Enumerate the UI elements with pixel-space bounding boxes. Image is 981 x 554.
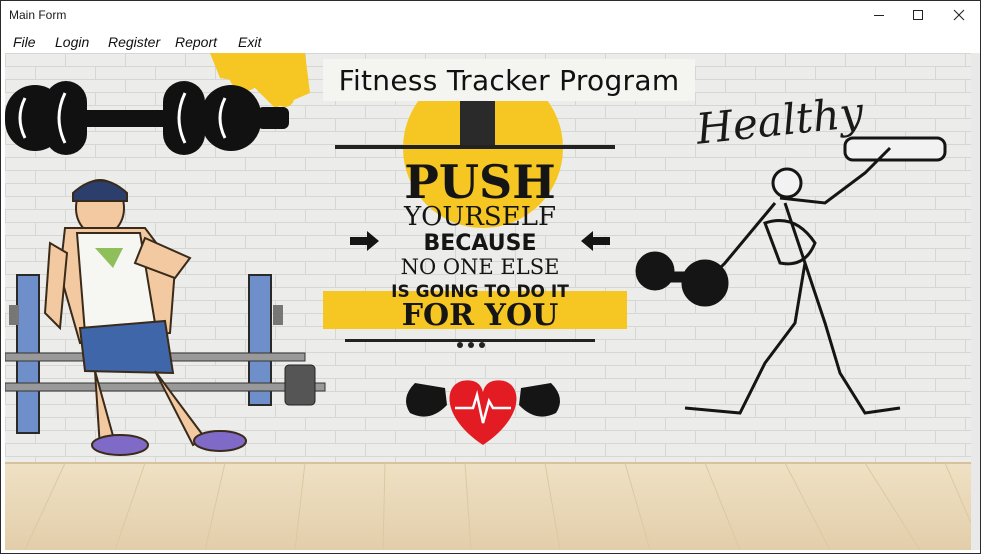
title-bar: Main Form: [1, 1, 980, 29]
window-title: Main Form: [9, 8, 67, 22]
maximize-icon: [913, 10, 923, 20]
main-form-window: Main Form File Login Register Report Exi…: [0, 0, 981, 554]
minimize-button[interactable]: [858, 1, 900, 29]
poster-line-no-one-else: NO ONE ELSE: [401, 255, 560, 279]
poster-line-for-you: FOR YOU: [402, 298, 559, 333]
menu-file[interactable]: File: [13, 34, 36, 50]
menu-report[interactable]: Report: [175, 34, 217, 50]
poster-line-because: BECAUSE: [423, 231, 536, 256]
close-icon: [953, 9, 965, 21]
poster-line-push: PUSH: [404, 155, 555, 209]
program-title: Fitness Tracker Program: [338, 63, 680, 97]
poster-line-yourself: YOURSELF: [403, 202, 556, 232]
menu-login[interactable]: Login: [55, 34, 89, 50]
minimize-icon: [874, 15, 884, 16]
program-title-banner: Fitness Tracker Program: [323, 59, 695, 101]
right-edge-strip: [971, 53, 980, 550]
close-button[interactable]: [938, 1, 980, 29]
maximize-button[interactable]: [897, 1, 939, 29]
menu-register[interactable]: Register: [108, 34, 160, 50]
wooden-floor: [5, 462, 971, 550]
menu-exit[interactable]: Exit: [238, 34, 261, 50]
background-image: PUSH YOURSELF BECAUSE NO ONE ELSE IS GOI…: [5, 53, 971, 550]
menu-bar: File Login Register Report Exit: [1, 29, 980, 53]
